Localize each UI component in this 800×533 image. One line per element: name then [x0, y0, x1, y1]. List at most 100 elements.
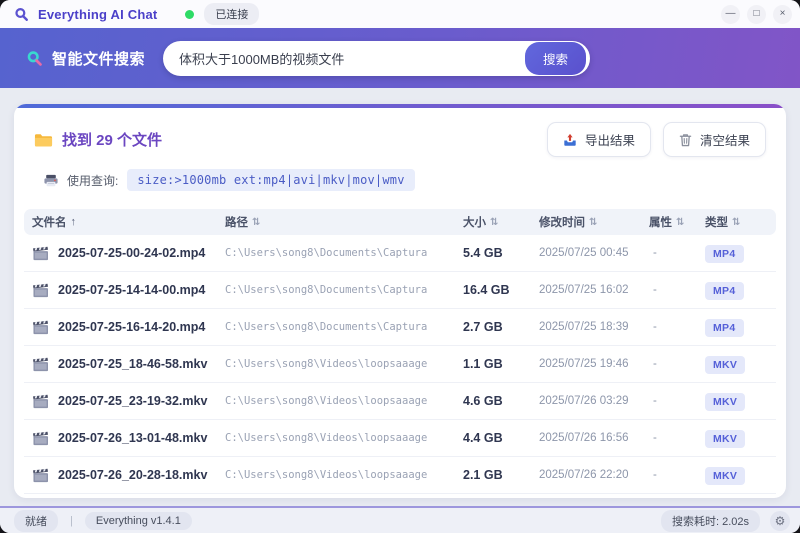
table-row[interactable]: 2025-07-26_20-28-18.mkv C:\Users\song8\V… — [24, 457, 776, 494]
maximize-button[interactable]: □ — [747, 4, 766, 24]
file-name-cell: 2025-07-25_18-46-58.mkv — [32, 357, 225, 372]
column-header-type[interactable]: 类型 ⇅ — [705, 214, 776, 230]
file-type-cell: MKV — [705, 466, 776, 485]
file-path: C:\Users\song8\Documents\Captura — [225, 321, 428, 333]
video-file-icon — [33, 320, 48, 334]
file-size: 16.4 GB — [463, 283, 510, 297]
file-modified: 2025/07/25 18:39 — [539, 321, 629, 333]
smart-search-label-text: 智能文件搜索 — [52, 50, 146, 68]
file-type-cell: MKV — [705, 429, 776, 448]
query-code-badge: size:>1000mb ext:mp4|avi|mkv|mov|wmv — [127, 169, 415, 191]
titlebar: Everything AI Chat 已连接 — □ × — [0, 0, 800, 28]
smart-search-label: 智能文件搜索 — [26, 48, 145, 69]
window-controls: — □ × — [721, 4, 792, 24]
found-count-text: 找到 29 个文件 — [62, 132, 163, 149]
app-logo-icon — [15, 7, 28, 21]
connection-status: 已连接 — [185, 3, 260, 25]
main-content: 找到 29 个文件 导出结果 清空结果 使用查询: size:>1000mb e… — [0, 88, 800, 506]
file-name: 2025-07-26_13-01-48.mkv — [58, 431, 208, 445]
column-header-attributes[interactable]: 属性 ⇅ — [649, 214, 705, 230]
file-type-badge: MKV — [705, 430, 746, 448]
sort-icon: ⇅ — [732, 216, 741, 228]
table-header-row: 文件名 ↑ 路径 ⇅ 大小 ⇅ 修改时间 ⇅ 属性 ⇅ 类型 ⇅ — [24, 209, 776, 235]
table-row[interactable]: 2025-07-26_13-01-48.mkv C:\Users\song8\V… — [24, 420, 776, 457]
file-name-cell: 2025-07-25-00-24-02.mp4 — [32, 246, 225, 261]
column-header-size[interactable]: 大小 ⇅ — [463, 214, 539, 230]
search-button[interactable]: 搜索 — [525, 41, 587, 75]
query-icon — [44, 174, 58, 186]
table-row[interactable]: 2025-07-25-00-24-02.mp4 C:\Users\song8\D… — [24, 235, 776, 272]
version-badge: Everything v1.4.1 — [84, 512, 192, 530]
file-name-cell: 2025-07-26_20-28-18.mkv — [32, 468, 225, 483]
clear-results-button[interactable]: 清空结果 — [662, 122, 766, 157]
gear-icon: ⚙ — [774, 514, 786, 528]
column-header-path[interactable]: 路径 ⇅ — [225, 214, 463, 230]
export-icon — [564, 133, 576, 146]
file-modified: 2025/07/25 16:02 — [539, 284, 629, 296]
file-path: C:\Users\song8\Videos\loopsaaage — [225, 432, 428, 444]
file-path: C:\Users\song8\Videos\loopsaaage — [225, 469, 428, 481]
file-size: 2.1 GB — [463, 468, 503, 482]
file-name: 2025-07-25_18-46-58.mkv — [58, 357, 208, 371]
file-type-cell: MP4 — [705, 281, 776, 300]
column-header-modified[interactable]: 修改时间 ⇅ — [539, 214, 649, 230]
export-results-button[interactable]: 导出结果 — [546, 122, 651, 157]
results-header: 找到 29 个文件 导出结果 清空结果 — [14, 108, 786, 163]
file-attributes: - — [653, 247, 657, 259]
file-type-cell: MKV — [705, 392, 776, 411]
file-attributes: - — [653, 395, 657, 407]
file-size: 4.6 GB — [463, 394, 503, 408]
search-icon — [27, 50, 42, 66]
video-file-icon — [33, 283, 48, 297]
file-name-cell: 2025-07-26_13-01-48.mkv — [32, 431, 225, 446]
connection-status-badge: 已连接 — [204, 3, 260, 25]
file-type-badge: MP4 — [705, 245, 744, 263]
file-attributes: - — [653, 432, 657, 444]
results-card: 找到 29 个文件 导出结果 清空结果 使用查询: size:>1000mb e… — [14, 104, 786, 498]
video-file-icon — [33, 431, 48, 445]
search-header: 智能文件搜索 搜索 — [0, 28, 800, 88]
table-row[interactable]: 2025-07-25_18-46-58.mkv C:\Users\song8\V… — [24, 346, 776, 383]
file-path: C:\Users\song8\Videos\loopsaaage — [225, 395, 428, 407]
sort-icon: ⇅ — [252, 216, 261, 228]
export-results-label: 导出结果 — [584, 134, 635, 148]
video-file-icon — [33, 394, 48, 408]
file-name: 2025-07-25_23-19-32.mkv — [58, 394, 208, 408]
table-row[interactable]: 2025-07-25_23-19-32.mkv C:\Users\song8\V… — [24, 383, 776, 420]
table-row[interactable]: 2025-07-25-16-14-20.mp4 C:\Users\song8\D… — [24, 309, 776, 346]
sort-asc-icon: ↑ — [70, 216, 77, 228]
file-type-cell: MP4 — [705, 244, 776, 263]
file-name: 2025-07-25-14-14-00.mp4 — [58, 283, 206, 297]
video-file-icon — [33, 246, 48, 260]
search-elapsed-badge: 搜索耗时: 2.02s — [660, 510, 760, 532]
column-header-filename[interactable]: 文件名 ↑ — [32, 214, 225, 230]
minimize-button[interactable]: — — [721, 4, 740, 24]
file-size: 2.7 GB — [463, 320, 503, 334]
table-body: 2025-07-25-00-24-02.mp4 C:\Users\song8\D… — [24, 235, 776, 494]
file-type-cell: MKV — [705, 355, 776, 374]
file-name: 2025-07-25-00-24-02.mp4 — [58, 246, 206, 260]
table-row[interactable]: 2025-07-25-14-14-00.mp4 C:\Users\song8\D… — [24, 272, 776, 309]
search-input[interactable] — [179, 50, 525, 66]
file-size: 5.4 GB — [463, 246, 503, 260]
query-label: 使用查询: — [67, 173, 119, 188]
file-type-badge: MP4 — [705, 282, 744, 300]
file-modified: 2025/07/25 00:45 — [539, 247, 629, 259]
app-title: Everything AI Chat — [38, 6, 158, 22]
file-name-cell: 2025-07-25-16-14-20.mp4 — [32, 320, 225, 335]
file-type-badge: MP4 — [705, 319, 744, 337]
close-button[interactable]: × — [773, 4, 792, 24]
video-file-icon — [33, 468, 48, 482]
file-attributes: - — [653, 469, 657, 481]
file-modified: 2025/07/26 03:29 — [539, 395, 629, 407]
sort-icon: ⇅ — [676, 216, 685, 228]
file-type-cell: MP4 — [705, 318, 776, 337]
file-modified: 2025/07/26 16:56 — [539, 432, 629, 444]
statusbar: 就绪 | Everything v1.4.1 搜索耗时: 2.02s ⚙ — [0, 506, 800, 533]
settings-button[interactable]: ⚙ — [770, 511, 790, 531]
file-modified: 2025/07/25 19:46 — [539, 358, 629, 370]
connected-dot-icon — [185, 9, 195, 19]
file-path: C:\Users\song8\Documents\Captura — [225, 284, 428, 296]
results-table: 文件名 ↑ 路径 ⇅ 大小 ⇅ 修改时间 ⇅ 属性 ⇅ 类型 ⇅ 2025-07… — [24, 209, 776, 494]
file-type-badge: MKV — [705, 356, 746, 374]
